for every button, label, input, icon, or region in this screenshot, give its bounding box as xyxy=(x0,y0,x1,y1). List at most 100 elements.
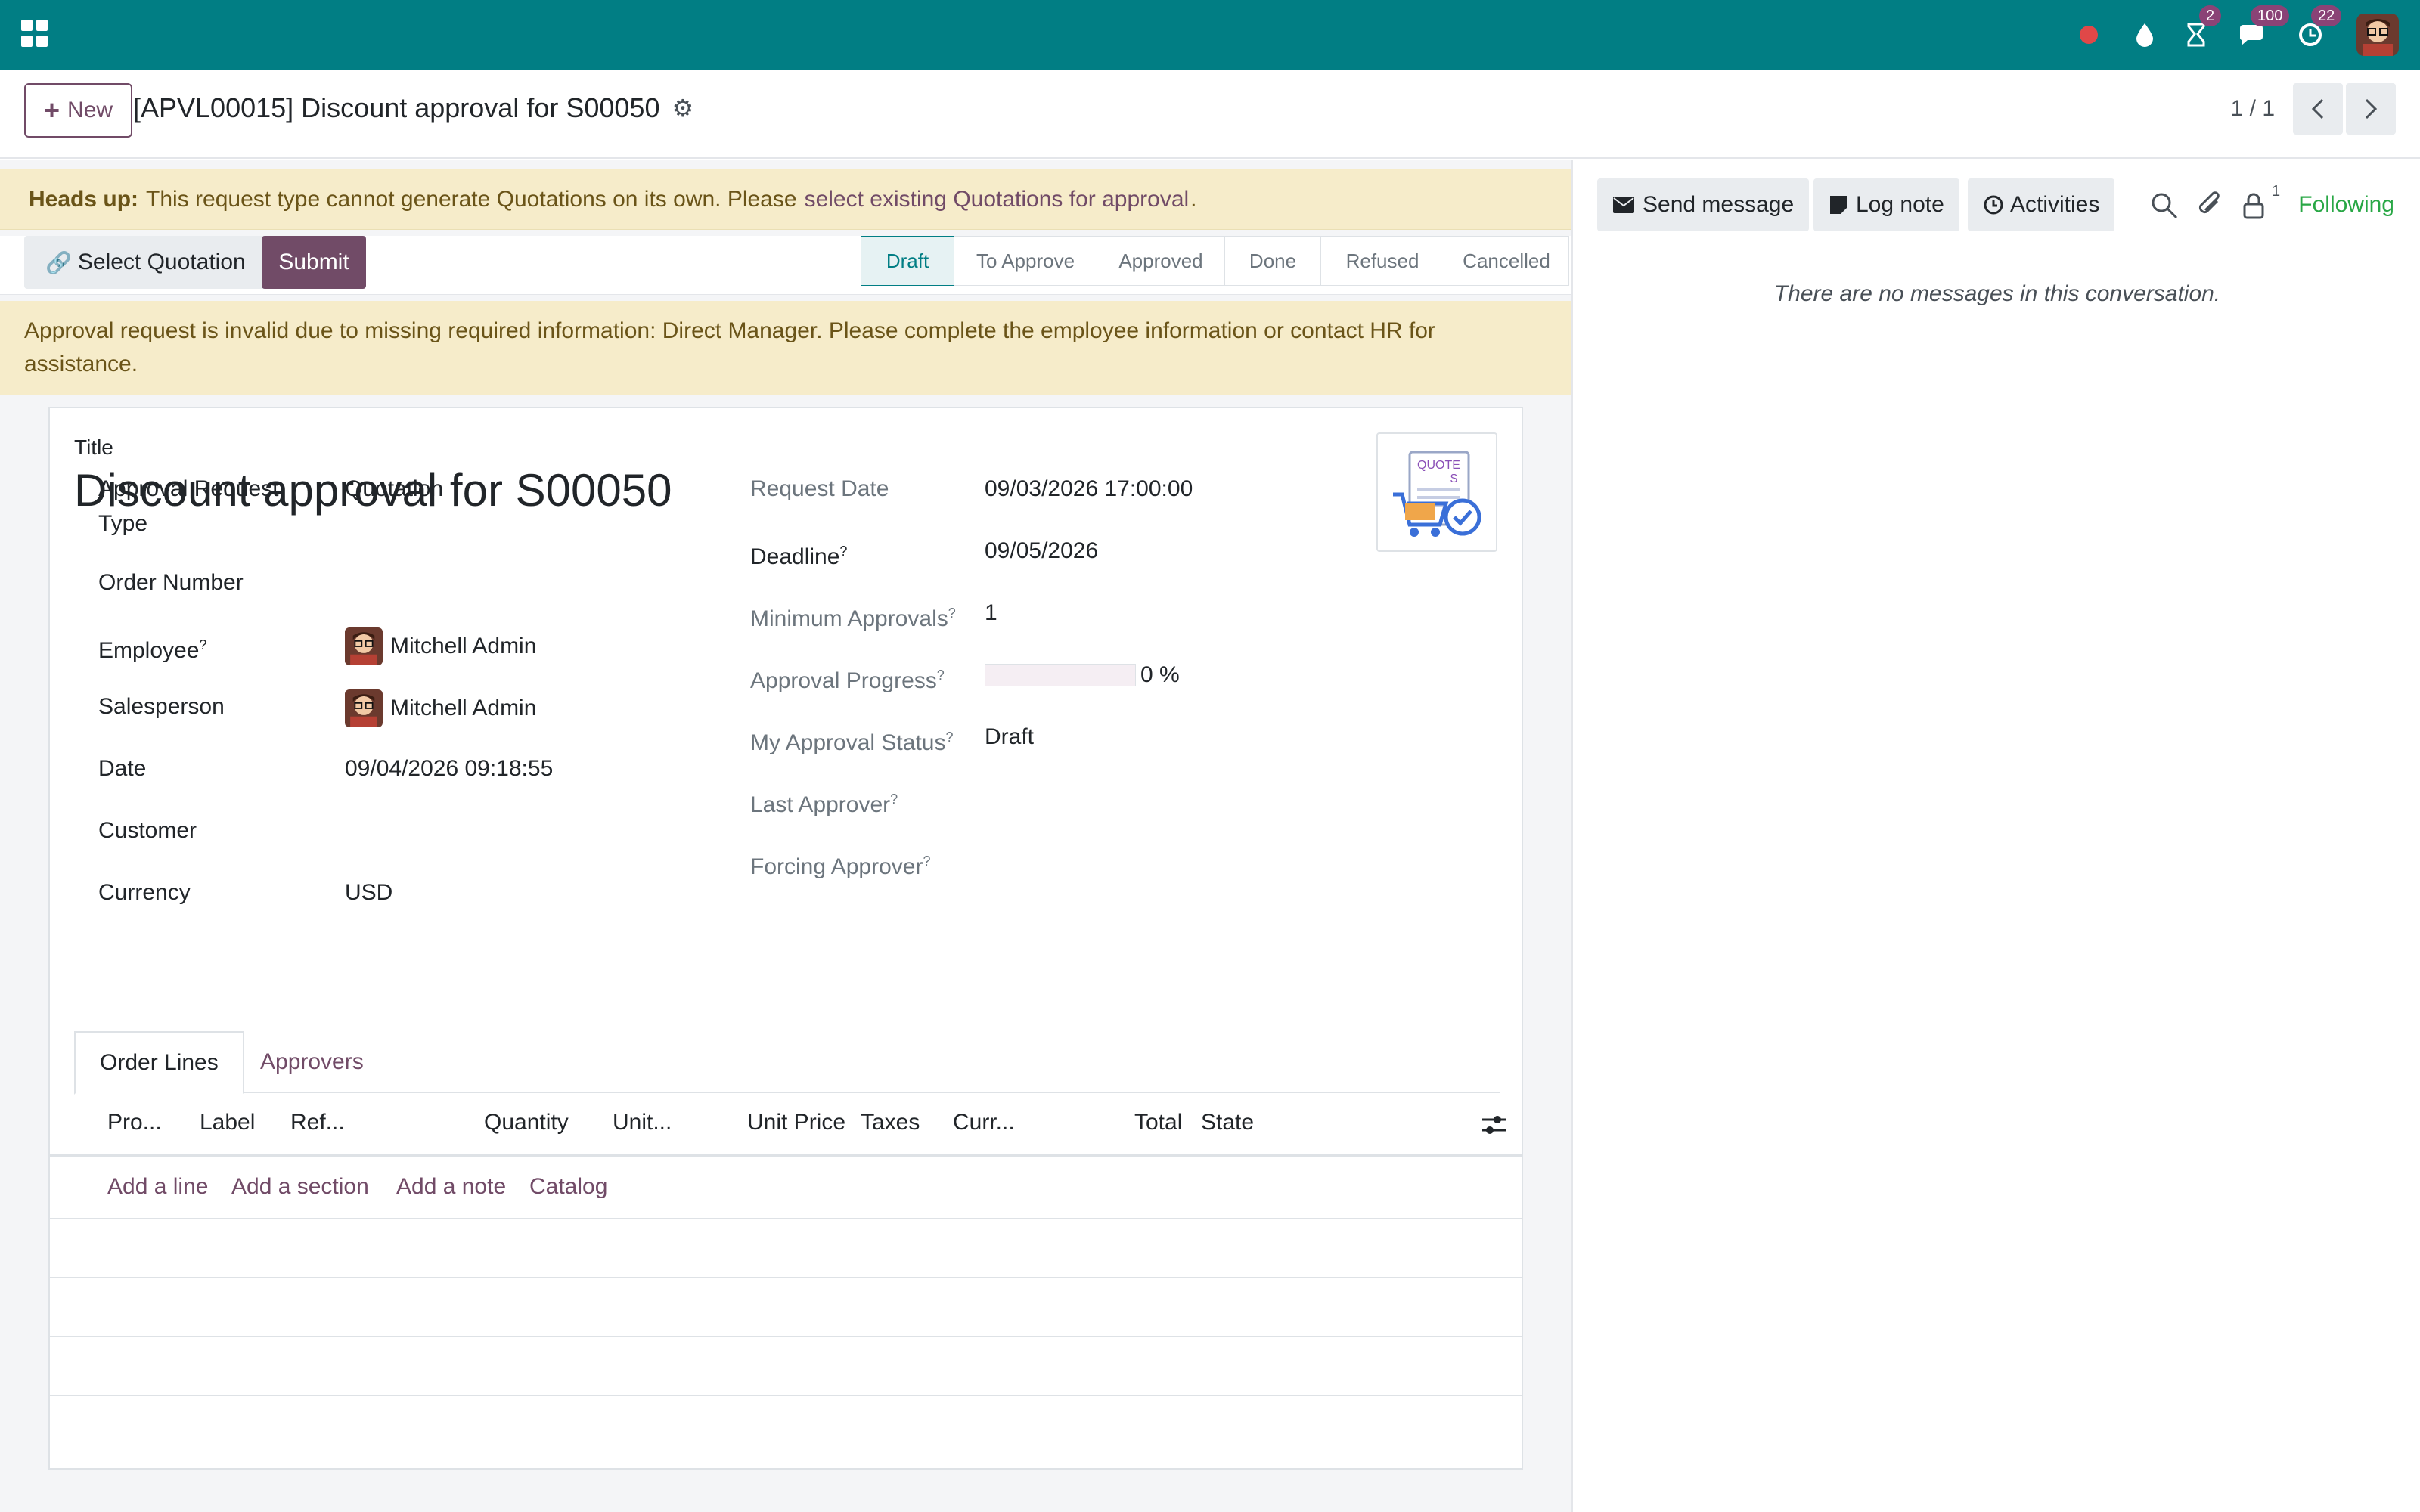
my-approval-status-label: My Approval Status? xyxy=(750,730,954,755)
log-note-label: Log note xyxy=(1856,192,1944,217)
column-unit-price[interactable]: Unit Price xyxy=(747,1110,845,1136)
column-unit[interactable]: Unit... xyxy=(613,1110,672,1136)
pager: 1 / 1 xyxy=(2231,83,2396,135)
date-field[interactable]: 09/04/2026 09:18:55 xyxy=(345,751,553,786)
chevron-left-icon xyxy=(2311,98,2324,119)
stage-draft[interactable]: Draft xyxy=(861,236,954,286)
add-line-row: Add a line Add a section Add a note Cata… xyxy=(50,1159,1522,1219)
column-reference[interactable]: Ref... xyxy=(290,1110,345,1136)
approval-type-label: Approval Request Type xyxy=(98,472,340,541)
top-navbar: 2 100 22 xyxy=(0,0,2420,70)
add-line-link[interactable]: Add a line xyxy=(107,1174,208,1200)
activities-clock-icon[interactable]: 2 xyxy=(2186,5,2222,48)
add-note-link[interactable]: Add a note xyxy=(396,1174,506,1200)
select-quotations-link[interactable]: select existing Quotations for approval xyxy=(805,187,1190,212)
deadline-label-text: Deadline xyxy=(750,544,840,569)
currency-field[interactable]: USD xyxy=(345,875,392,910)
submit-button[interactable]: Submit xyxy=(262,236,366,289)
activities-button[interactable]: Activities xyxy=(1968,178,2115,231)
breadcrumb: [APVL00015] Discount approval for S00050… xyxy=(133,92,693,124)
svg-text:$: $ xyxy=(1450,472,1457,485)
request-date-field[interactable]: 09/03/2026 17:00:00 xyxy=(985,472,1193,507)
lock-icon[interactable] xyxy=(2238,191,2269,221)
select-quotation-label: Select Quotation xyxy=(77,249,246,274)
stage-cancelled[interactable]: Cancelled xyxy=(1444,236,1569,286)
messages-icon[interactable]: 100 xyxy=(2237,5,2290,48)
updates-icon[interactable]: 22 xyxy=(2297,5,2342,48)
pager-value[interactable]: 1 / 1 xyxy=(2231,96,2275,122)
forcing-approver-label: Forcing Approver? xyxy=(750,854,931,879)
column-currency[interactable]: Curr... xyxy=(953,1110,1015,1136)
column-taxes[interactable]: Taxes xyxy=(861,1110,920,1136)
forcing-approver-label-text: Forcing Approver xyxy=(750,854,923,879)
record-title: [APVL00015] Discount approval for S00050 xyxy=(133,92,660,123)
approval-progress-field: 0 % xyxy=(985,658,1180,692)
customer-label: Customer xyxy=(98,818,197,843)
water-drop-icon[interactable] xyxy=(2134,22,2155,48)
stage-to-approve[interactable]: To Approve xyxy=(954,236,1097,286)
form-sheet: Title Discount approval for S00050 QUOTE… xyxy=(48,407,1523,1470)
gear-icon[interactable]: ⚙ xyxy=(672,94,693,122)
stage-done[interactable]: Done xyxy=(1224,236,1321,286)
approval-progress-label: Approval Progress? xyxy=(750,668,945,693)
select-quotation-button[interactable]: 🔗 Select Quotation xyxy=(24,236,267,289)
heads-up-period: . xyxy=(1190,186,1197,212)
apps-menu-icon[interactable] xyxy=(21,20,48,47)
form-view: Heads up: This request type cannot gener… xyxy=(0,160,1573,1512)
paperclip-icon[interactable] xyxy=(2196,191,2226,221)
followers-count: 1 xyxy=(2272,183,2281,200)
empty-row xyxy=(50,1337,1522,1396)
my-approval-status-label-text: My Approval Status xyxy=(750,730,946,755)
pager-previous-button[interactable] xyxy=(2293,83,2343,135)
recording-indicator[interactable] xyxy=(2080,26,2104,44)
stage-approved[interactable]: Approved xyxy=(1097,236,1225,286)
employee-field[interactable]: Mitchell Admin xyxy=(345,627,536,665)
updates-badge: 22 xyxy=(2311,5,2342,26)
empty-conversation-message: There are no messages in this conversati… xyxy=(1773,281,2221,306)
optional-columns-icon[interactable] xyxy=(1481,1111,1508,1139)
search-icon[interactable] xyxy=(2149,191,2180,221)
column-product[interactable]: Pro... xyxy=(107,1110,162,1136)
salesperson-field[interactable]: Mitchell Admin xyxy=(345,689,536,727)
new-button[interactable]: + New xyxy=(24,83,133,138)
salesperson-avatar xyxy=(345,689,383,727)
link-icon: 🔗 xyxy=(45,250,72,274)
tab-approvers[interactable]: Approvers xyxy=(236,1031,388,1093)
column-label[interactable]: Label xyxy=(200,1110,255,1136)
currency-label: Currency xyxy=(98,880,191,905)
activities-label: Activities xyxy=(2010,192,2100,217)
note-icon xyxy=(1830,196,1847,214)
catalog-link[interactable]: Catalog xyxy=(529,1174,607,1200)
deadline-label: Deadline? xyxy=(750,544,848,569)
add-section-link[interactable]: Add a section xyxy=(231,1174,369,1200)
plus-icon: + xyxy=(44,94,60,125)
quote-image: QUOTE $ xyxy=(1376,432,1497,552)
employee-label: Employee? xyxy=(98,637,207,663)
heads-up-label: Heads up: xyxy=(29,186,139,212)
send-message-button[interactable]: Send message xyxy=(1597,178,1810,231)
new-button-label: New xyxy=(67,98,113,122)
column-total[interactable]: Total xyxy=(1134,1110,1182,1136)
approval-progress-label-text: Approval Progress xyxy=(750,668,937,693)
following-button[interactable]: Following xyxy=(2298,192,2394,218)
chevron-right-icon xyxy=(2365,98,2378,119)
systray: 2 100 22 xyxy=(2049,0,2399,70)
last-approver-label: Last Approver? xyxy=(750,792,898,817)
order-lines-header: Pro... Label Ref... Quantity Unit... Uni… xyxy=(50,1093,1522,1157)
pager-next-button[interactable] xyxy=(2346,83,2396,135)
empty-row xyxy=(50,1278,1522,1337)
quote-illustration-icon: QUOTE $ xyxy=(1393,451,1481,537)
tab-order-lines[interactable]: Order Lines xyxy=(74,1031,244,1095)
deadline-field[interactable]: 09/05/2026 xyxy=(985,534,1098,569)
stage-statusbar: Draft To Approve Approved Done Refused C… xyxy=(861,236,1569,286)
approval-type-field[interactable]: Quotation xyxy=(345,472,443,507)
stage-refused[interactable]: Refused xyxy=(1320,236,1444,286)
heads-up-alert: Heads up: This request type cannot gener… xyxy=(0,169,1571,230)
send-message-label: Send message xyxy=(1643,192,1795,217)
column-state[interactable]: State xyxy=(1201,1110,1254,1136)
column-quantity[interactable]: Quantity xyxy=(484,1110,569,1136)
my-approval-status-field: Draft xyxy=(985,724,1035,749)
user-avatar[interactable] xyxy=(2356,14,2399,56)
log-note-button[interactable]: Log note xyxy=(1813,178,1959,231)
order-number-label: Order Number xyxy=(98,570,244,595)
